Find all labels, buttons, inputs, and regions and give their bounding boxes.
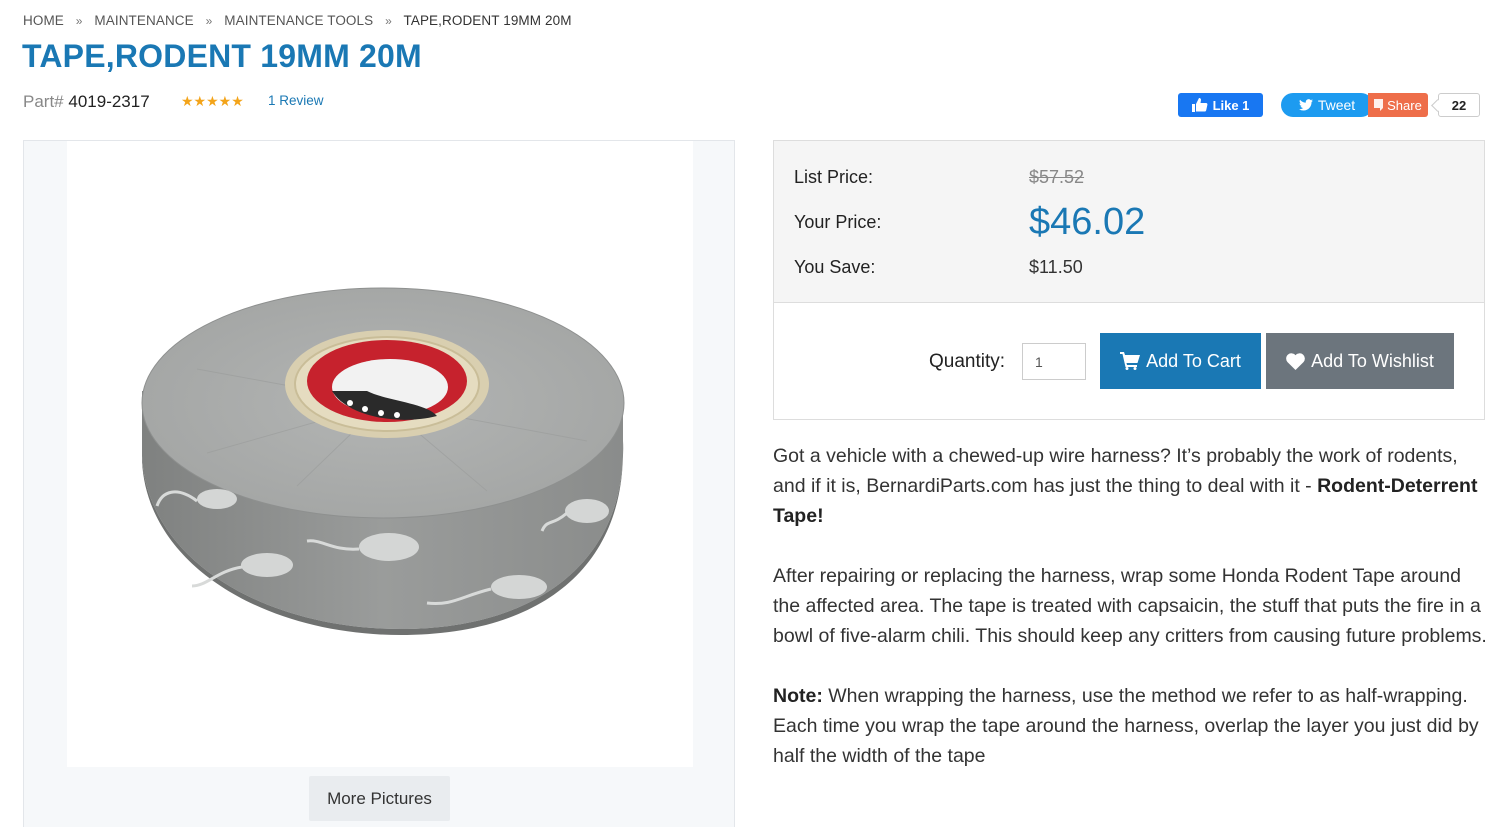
your-price-value: $46.02 (1029, 201, 1146, 243)
breadcrumb-maintenance[interactable]: MAINTENANCE (94, 13, 193, 28)
your-price-label: Your Price: (794, 212, 882, 232)
facebook-like-button[interactable]: Like 1 (1178, 93, 1263, 117)
price-summary: List Price: $57.52 Your Price: $46.02 Yo… (774, 141, 1484, 303)
quantity-label: Quantity: (929, 351, 1006, 372)
thumbs-up-icon (1191, 98, 1208, 112)
breadcrumb-separator: » (75, 14, 83, 28)
price-box: List Price: $57.52 Your Price: $46.02 Yo… (773, 140, 1485, 420)
quantity-input[interactable] (1022, 343, 1086, 380)
add-to-cart-label: Add To Cart (1146, 350, 1241, 371)
add-to-wishlist-label: Add To Wishlist (1311, 350, 1434, 371)
part-number-line: Part# 4019-2317 (23, 92, 150, 112)
share-label: Share (1387, 97, 1422, 113)
note-label: Note: (773, 685, 823, 707)
add-to-cart-button[interactable]: Add To Cart (1100, 333, 1261, 389)
add-to-wishlist-button[interactable]: Add To Wishlist (1266, 333, 1454, 389)
page-title: TAPE,RODENT 19MM 20M (22, 38, 422, 74)
part-number: 4019-2317 (68, 92, 150, 111)
heart-icon (1286, 352, 1305, 370)
breadcrumb-current: TAPE,RODENT 19MM 20M (403, 13, 572, 28)
twitter-bird-icon (1298, 99, 1313, 111)
breadcrumb-maintenance-tools[interactable]: MAINTENANCE TOOLS (224, 13, 373, 28)
review-link[interactable]: 1 Review (268, 93, 324, 108)
rodent-tape-roll-image (141, 287, 625, 636)
you-save-label: You Save: (794, 257, 876, 277)
product-image[interactable] (67, 141, 693, 767)
breadcrumb: HOME » MAINTENANCE » MAINTENANCE TOOLS »… (23, 13, 572, 28)
description-paragraph: After repairing or replacing the harness… (773, 565, 1487, 647)
breadcrumb-home[interactable]: HOME (23, 13, 64, 28)
list-price-value: $57.52 (1029, 167, 1085, 187)
description-paragraph: Got a vehicle with a chewed-up wire harn… (773, 441, 1489, 531)
product-description: Got a vehicle with a chewed-up wire harn… (773, 441, 1489, 801)
rating-stars-icon: ★★★★★ (181, 93, 244, 109)
breadcrumb-separator: » (385, 14, 392, 28)
tweet-label: Tweet (1317, 97, 1356, 113)
more-pictures-button[interactable]: More Pictures (309, 776, 450, 821)
share-count: 22 (1438, 93, 1480, 117)
breadcrumb-separator: » (205, 14, 213, 28)
product-gallery: More Pictures (23, 140, 735, 827)
you-save-value: $11.50 (1029, 257, 1083, 277)
share-icon (1374, 99, 1384, 111)
list-price-label: List Price: (794, 167, 874, 187)
cart-icon (1120, 352, 1141, 370)
facebook-like-label: Like 1 (1212, 97, 1250, 113)
share-button[interactable]: Share (1368, 93, 1428, 117)
description-note: Note: When wrapping the harness, use the… (773, 681, 1489, 771)
tweet-button[interactable]: Tweet (1281, 93, 1373, 117)
part-label: Part# (23, 92, 64, 111)
note-text: When wrapping the harness, use the metho… (773, 685, 1479, 767)
